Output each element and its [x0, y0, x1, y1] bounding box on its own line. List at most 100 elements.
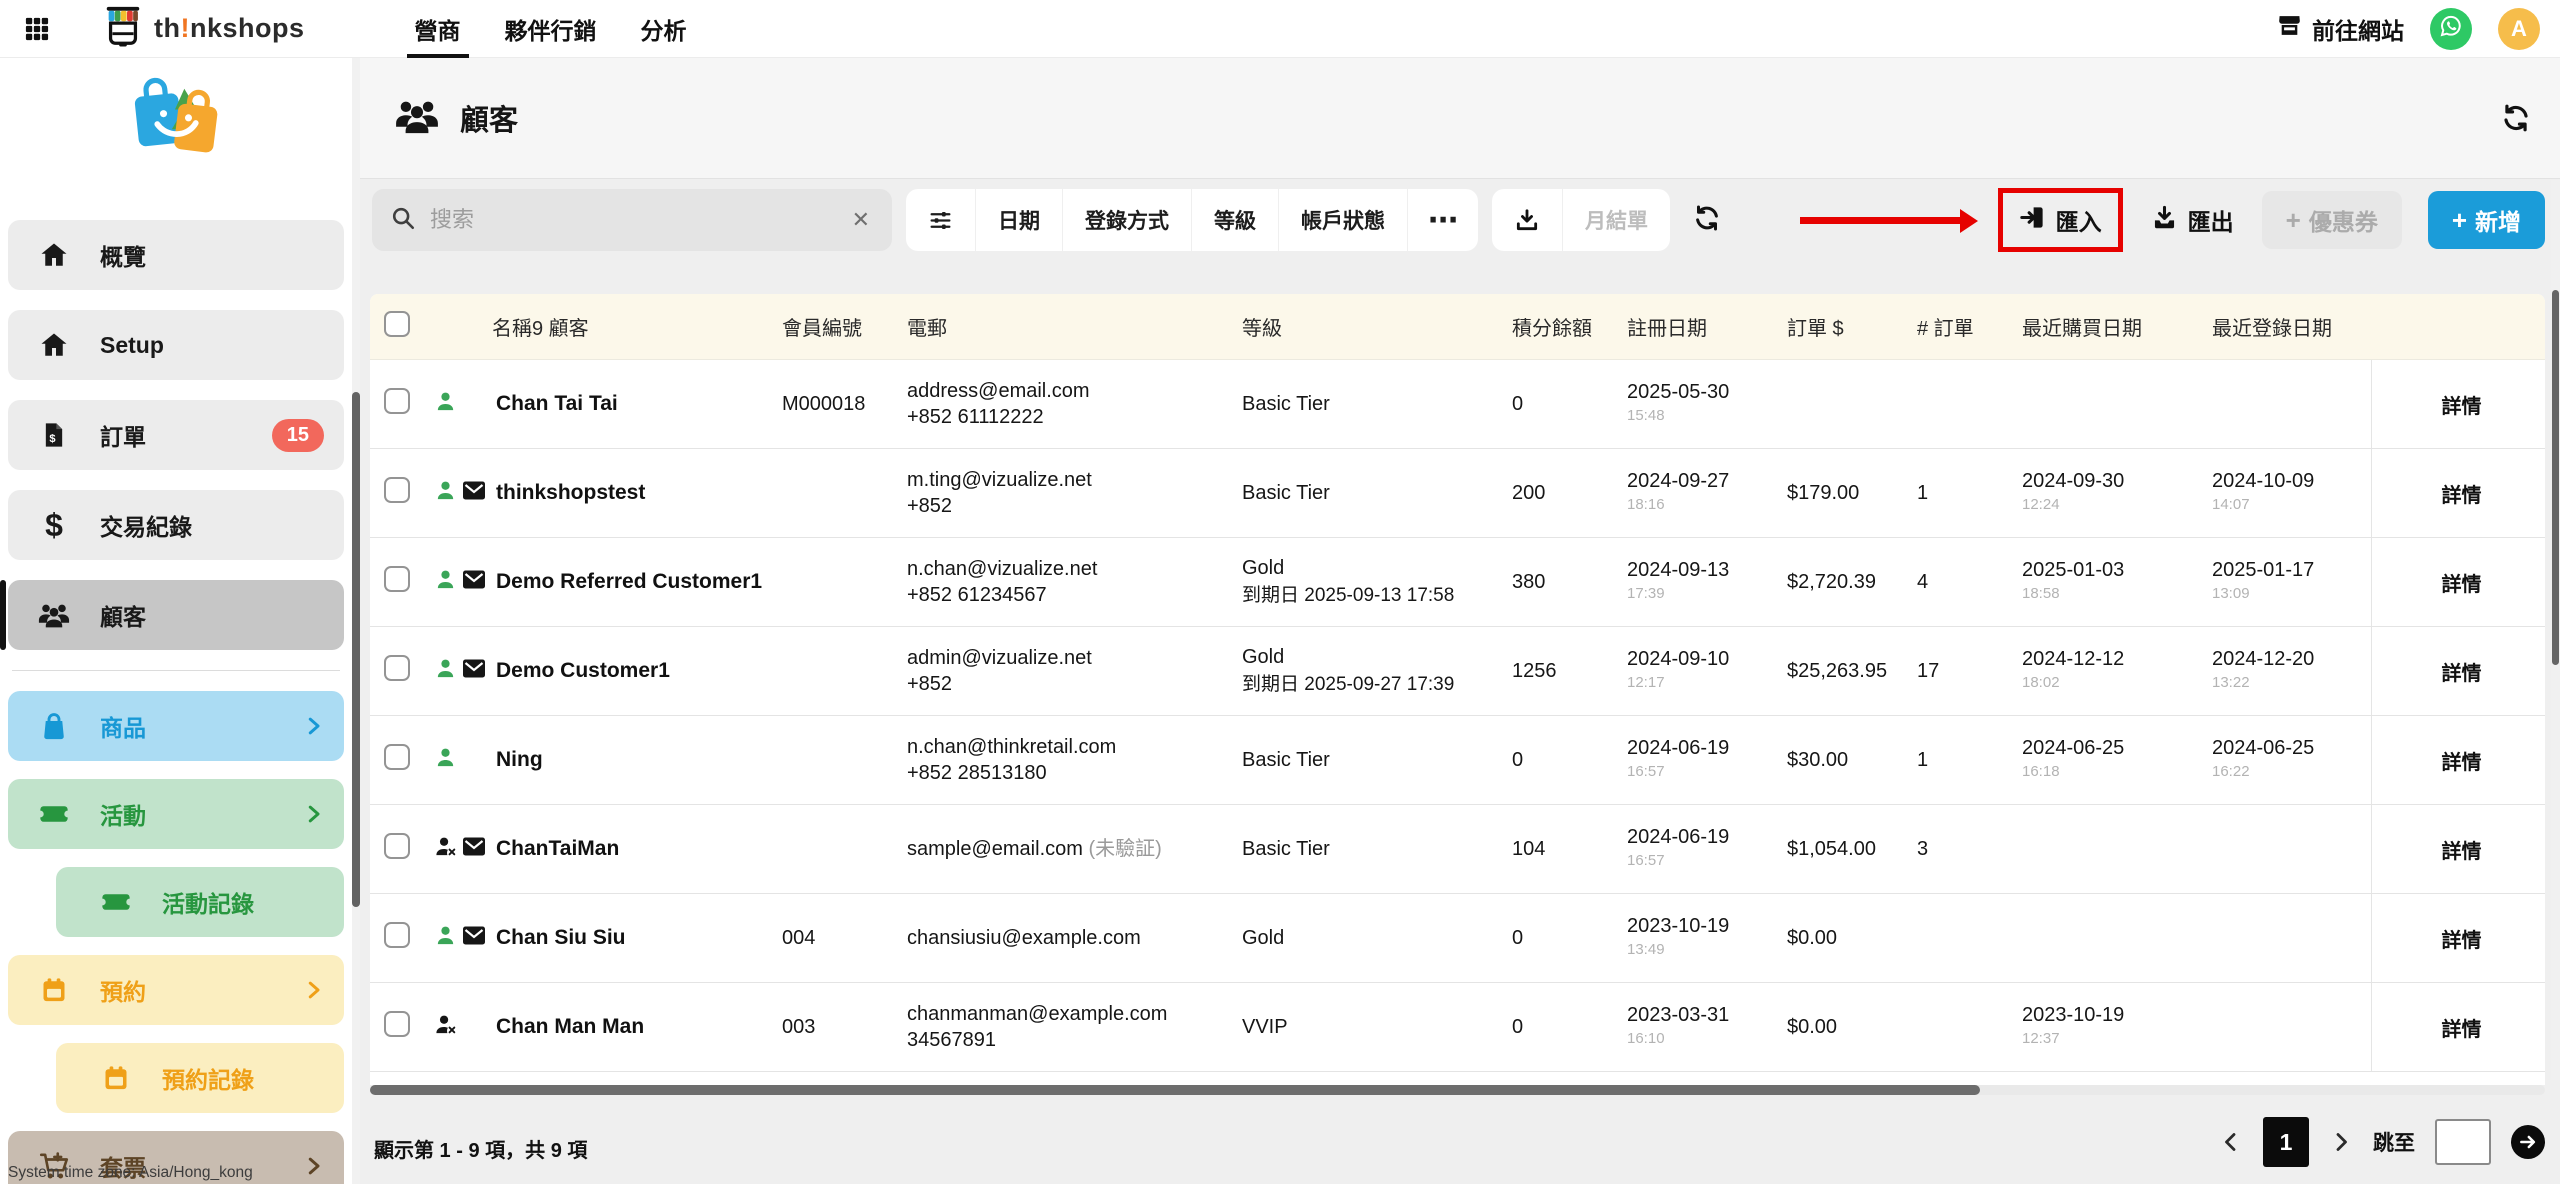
tab-partner-marketing[interactable]: 夥伴行銷 [483, 0, 619, 58]
table-row[interactable]: ChanTaiMan sample@email.com (未驗証) Basic … [370, 805, 2545, 894]
col-last-login[interactable]: 最近登錄日期 [2206, 312, 2371, 341]
sidebar-item-orders[interactable]: $ 訂單 15 [8, 400, 344, 470]
download-button[interactable] [1492, 189, 1562, 251]
sidebar-item-customers[interactable]: 顧客 [8, 580, 344, 650]
horizontal-scrollbar[interactable] [370, 1085, 2545, 1095]
row-checkbox[interactable] [384, 566, 410, 592]
sidebar-item-products[interactable]: 商品 [8, 691, 344, 761]
row-checkbox[interactable] [384, 1011, 410, 1037]
reg-date: 2024-09-10 [1627, 647, 1781, 671]
row-checkbox[interactable] [384, 922, 410, 948]
filter-account-status-button[interactable]: 帳戶狀態 [1278, 189, 1407, 251]
last-purchase-time: 18:58 [2022, 582, 2206, 606]
sidebar-item-label: 活動 [100, 797, 146, 831]
col-reg-date[interactable]: 註冊日期 [1621, 312, 1781, 341]
current-page-button[interactable]: 1 [2263, 1117, 2309, 1167]
filter-sliders-button[interactable] [906, 189, 975, 251]
search-input[interactable] [430, 207, 848, 233]
filter-login-method-button[interactable]: 登錄方式 [1062, 189, 1191, 251]
sidebar-item-overview[interactable]: 概覽 [8, 220, 344, 290]
storefront-icon [2277, 13, 2302, 44]
user-avatar[interactable]: A [2498, 8, 2540, 50]
sidebar-item-setup[interactable]: Setup [8, 310, 344, 380]
reg-date: 2023-03-31 [1627, 1003, 1781, 1027]
email-cell: address@email.com +852 61112222 [901, 378, 1236, 430]
whatsapp-button[interactable] [2430, 8, 2472, 50]
phone-value: +852 [907, 493, 1236, 519]
tier-cell: Gold 到期日 2025-09-13 17:58 [1236, 557, 1506, 607]
table-row[interactable]: Chan Tai Tai M000018 address@email.com +… [370, 360, 2545, 449]
import-label: 匯入 [2056, 203, 2102, 237]
row-checkbox[interactable] [384, 655, 410, 681]
import-button[interactable]: 匯入 [2019, 203, 2102, 237]
export-button[interactable]: 匯出 [2151, 203, 2234, 237]
annotation-highlight-box: 匯入 [1998, 188, 2123, 252]
col-email[interactable]: 電郵 [901, 312, 1236, 341]
apps-grid-icon[interactable] [22, 14, 52, 44]
col-name[interactable]: 名稱9 顧客 [426, 312, 776, 341]
filter-date-button[interactable]: 日期 [975, 189, 1062, 251]
reg-date: 2024-09-13 [1627, 558, 1781, 582]
detail-button[interactable]: 詳情 [2442, 1013, 2482, 1042]
sidebar-item-campaign-records[interactable]: 活動記錄 [56, 867, 344, 937]
table-row[interactable]: Demo Customer1 admin@vizualize.net +852 … [370, 627, 2545, 716]
detail-button[interactable]: 詳情 [2442, 657, 2482, 686]
jump-page-input[interactable] [2435, 1119, 2491, 1165]
page-title: 顧客 [460, 97, 518, 139]
table-row[interactable]: Demo Referred Customer1 n.chan@vizualize… [370, 538, 2545, 627]
customer-name: Ning [496, 748, 543, 772]
filter-tier-button[interactable]: 等級 [1191, 189, 1278, 251]
prev-page-icon[interactable] [2219, 1130, 2243, 1154]
go-page-button[interactable] [2511, 1125, 2545, 1159]
col-order-count[interactable]: # 訂單 [1911, 312, 2016, 341]
select-all-checkbox[interactable] [384, 311, 410, 337]
detail-button[interactable]: 詳情 [2442, 924, 2482, 953]
clear-search-icon[interactable]: ✕ [848, 207, 874, 233]
col-member-no[interactable]: 會員編號 [776, 312, 901, 341]
detail-button[interactable]: 詳情 [2442, 835, 2482, 864]
horizontal-scrollbar-thumb[interactable] [370, 1085, 1980, 1095]
tab-analytics[interactable]: 分析 [619, 0, 709, 58]
detail-button[interactable]: 詳情 [2442, 568, 2482, 597]
coupon-button[interactable]: + 優惠券 [2262, 191, 2402, 249]
users-icon [38, 601, 70, 629]
email-cell: chansiusiu@example.com [901, 925, 1236, 951]
filter-more-button[interactable]: ⋯ [1407, 189, 1478, 251]
sidebar-item-campaigns[interactable]: 活動 [8, 779, 344, 849]
sidebar-item-bookings[interactable]: 預約 [8, 955, 344, 1025]
detail-button[interactable]: 詳情 [2442, 479, 2482, 508]
table-row[interactable]: Chan Siu Siu 004 chansiusiu@example.com … [370, 894, 2545, 983]
row-checkbox[interactable] [384, 477, 410, 503]
reg-date: 2024-06-19 [1627, 736, 1781, 760]
sidebar-item-booking-records[interactable]: 預約記錄 [56, 1043, 344, 1113]
detail-button[interactable]: 詳情 [2442, 390, 2482, 419]
col-order-total[interactable]: 訂單 $ [1781, 312, 1911, 341]
next-page-icon[interactable] [2329, 1130, 2353, 1154]
brand-logo[interactable]: th!nkshops [100, 4, 305, 53]
add-customer-button[interactable]: + 新增 [2428, 191, 2545, 249]
refresh-icon[interactable] [2500, 102, 2532, 139]
table-row[interactable]: thinkshopstest m.ting@vizualize.net +852… [370, 449, 2545, 538]
table-row[interactable]: Ning n.chan@thinkretail.com +852 2851318… [370, 716, 2545, 805]
row-checkbox[interactable] [384, 744, 410, 770]
sidebar-scrollbar-thumb[interactable] [352, 392, 360, 907]
detail-button[interactable]: 詳情 [2442, 746, 2482, 775]
email-value: admin@vizualize.net [907, 647, 1092, 669]
table-row[interactable]: Chan Man Man 003 chanmanman@example.com … [370, 983, 2545, 1072]
customer-name: Demo Customer1 [496, 659, 670, 683]
col-points[interactable]: 積分餘額 [1506, 312, 1621, 341]
monthly-statement-button[interactable]: 月結單 [1562, 189, 1670, 251]
customer-name: Chan Man Man [496, 1015, 644, 1039]
col-last-purchase[interactable]: 最近購買日期 [2016, 312, 2206, 341]
sidebar-scrollbar[interactable] [352, 58, 360, 1184]
sidebar-item-transactions[interactable]: $ 交易紀錄 [8, 490, 344, 560]
row-checkbox[interactable] [384, 833, 410, 859]
tab-business[interactable]: 營商 [393, 0, 483, 58]
refresh-list-icon[interactable] [1692, 203, 1722, 238]
go-to-site-button[interactable]: 前往網站 [2277, 12, 2404, 46]
top-nav: 營商 夥伴行銷 分析 [393, 0, 709, 58]
vertical-scrollbar-thumb[interactable] [2552, 290, 2559, 665]
search-bar[interactable]: ✕ [372, 189, 892, 251]
row-checkbox[interactable] [384, 388, 410, 414]
col-tier[interactable]: 等級 [1236, 312, 1506, 341]
